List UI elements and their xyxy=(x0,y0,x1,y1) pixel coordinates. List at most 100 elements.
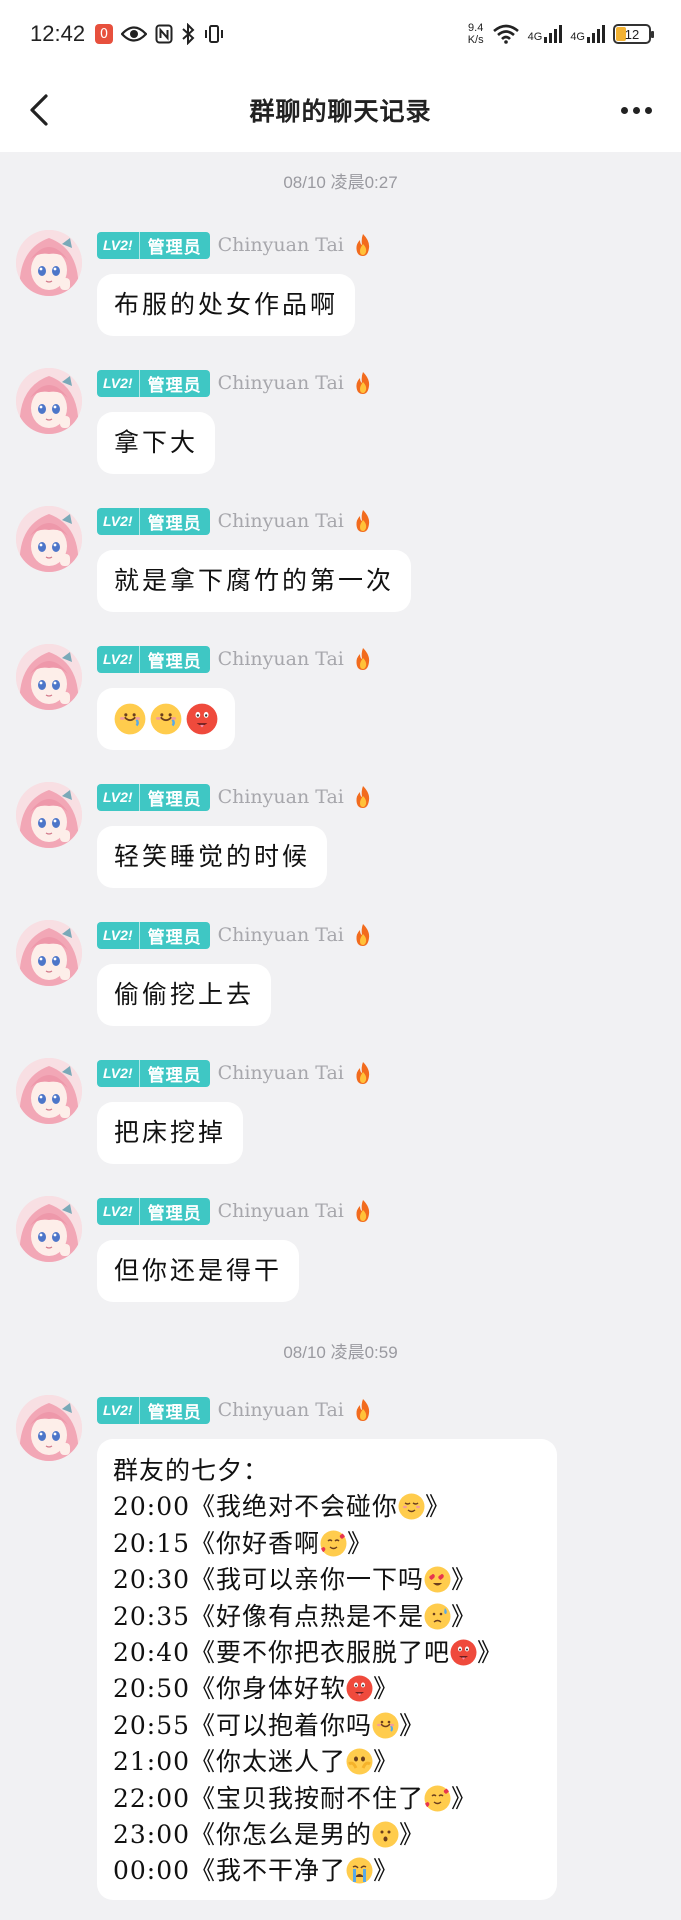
message-text: 轻笑睡觉的时候 xyxy=(114,842,311,871)
more-dot-icon xyxy=(632,106,640,114)
crying-face-emoji xyxy=(346,1857,373,1884)
long-message-line-text: 22:00《宝贝我按耐不住了 xyxy=(113,1783,425,1813)
signal-bars-icon xyxy=(544,25,563,43)
fire-icon xyxy=(352,785,374,809)
avatar[interactable] xyxy=(16,1395,82,1461)
sender-name[interactable]: Chinyuan Tai xyxy=(218,924,344,946)
sender-name[interactable]: Chinyuan Tai xyxy=(218,1399,344,1421)
sender-meta: LV2! 管理员 Chinyuan Tai xyxy=(97,782,374,812)
bluetooth-icon xyxy=(182,23,195,45)
avatar[interactable] xyxy=(16,506,82,572)
cell-signal-2: 4G xyxy=(570,25,605,43)
status-icons-right: 9.4 K/s 4G 4G 12 xyxy=(468,22,654,46)
fire-icon xyxy=(352,1199,374,1223)
level-badge: LV2! 管理员 xyxy=(97,783,210,811)
sender-name[interactable]: Chinyuan Tai xyxy=(218,510,344,532)
drool-face-emoji xyxy=(150,703,182,735)
more-dot-icon xyxy=(620,106,628,114)
close-quote-mark: 》 xyxy=(399,1710,426,1740)
sender-name[interactable]: Chinyuan Tai xyxy=(218,234,344,256)
avatar-image xyxy=(16,1196,82,1262)
message-bubble[interactable]: 布服的处女作品啊 xyxy=(97,274,356,336)
hot-face-emoji xyxy=(450,1639,477,1666)
avatar[interactable] xyxy=(16,1196,82,1262)
avatar[interactable] xyxy=(16,230,82,296)
drool-face-emoji xyxy=(372,1712,399,1739)
long-message-line: 22:00《宝贝我按耐不住了》 xyxy=(113,1781,541,1817)
avatar-image xyxy=(16,782,82,848)
sender-meta: LV2! 管理员 Chinyuan Tai xyxy=(97,230,374,260)
long-message-line: 00:00《我不干净了》 xyxy=(113,1853,541,1889)
long-message-line: 20:40《要不你把衣服脱了吧》 xyxy=(113,1635,541,1671)
avatar[interactable] xyxy=(16,644,82,710)
nav-bar: 群聊的聊天记录 xyxy=(0,68,681,152)
long-message-line: 20:50《你身体好软》 xyxy=(113,1671,541,1707)
long-message-line-text: 00:00《我不干净了 xyxy=(113,1856,347,1886)
long-message-line-text: 20:30《我可以亲你一下吗 xyxy=(113,1565,425,1595)
long-message-line-text: 23:00《你怎么是男的 xyxy=(113,1820,373,1850)
message-bubble[interactable]: 但你还是得干 xyxy=(97,1240,300,1302)
hot-face-emoji xyxy=(186,703,218,735)
level-badge: LV2! 管理员 xyxy=(97,507,210,535)
message-bubble-long[interactable]: 群友的七夕： 20:00《我绝对不会碰你》 20:15《你好香啊》 20:30《我可以… xyxy=(97,1439,557,1900)
nfc-icon xyxy=(155,24,173,44)
avatar-image xyxy=(16,920,82,986)
status-icons-left: 0 xyxy=(95,23,225,45)
level-badge: LV2! 管理员 xyxy=(97,1197,210,1225)
back-button[interactable] xyxy=(22,90,62,130)
vibrate-icon xyxy=(205,25,224,43)
drool-face-emoji xyxy=(114,703,146,735)
heart-eyes-emoji xyxy=(424,1566,451,1593)
long-message-line-text: 20:55《可以抱着你吗 xyxy=(113,1710,373,1740)
fire-icon xyxy=(352,923,374,947)
role-label: 管理员 xyxy=(147,651,202,671)
fire-icon xyxy=(352,509,374,533)
long-message-line: 20:30《我可以亲你一下吗》 xyxy=(113,1562,541,1598)
sender-name[interactable]: Chinyuan Tai xyxy=(218,786,344,808)
message-text: 把床挖掉 xyxy=(114,1118,227,1147)
message-bubble[interactable]: 把床挖掉 xyxy=(97,1102,244,1164)
role-label: 管理员 xyxy=(147,927,202,947)
close-quote-mark: 》 xyxy=(425,1492,452,1522)
role-label: 管理员 xyxy=(147,789,202,809)
cell-signal-1: 4G xyxy=(528,25,563,43)
sender-name[interactable]: Chinyuan Tai xyxy=(218,648,344,670)
net-speed: 9.4 K/s xyxy=(468,22,484,46)
more-options-button[interactable] xyxy=(613,90,659,130)
avatar[interactable] xyxy=(16,920,82,986)
close-quote-mark: 》 xyxy=(347,1528,374,1558)
long-message-line: 群友的七夕： xyxy=(113,1453,541,1489)
role-label: 管理员 xyxy=(147,237,202,257)
sender-name[interactable]: Chinyuan Tai xyxy=(218,372,344,394)
battery-percent: 12 xyxy=(624,26,640,42)
message-text: 偷偷挖上去 xyxy=(114,980,255,1009)
sweat-face-emoji xyxy=(424,1603,451,1630)
avatar-image xyxy=(16,368,82,434)
status-time: 12:42 xyxy=(30,21,86,46)
avatar[interactable] xyxy=(16,368,82,434)
avatar[interactable] xyxy=(16,782,82,848)
sender-meta: LV2! 管理员 Chinyuan Tai xyxy=(97,368,374,398)
time-divider: 08/10 凌晨0:27 xyxy=(283,173,398,192)
level-label: LV2! xyxy=(97,369,140,397)
long-message-line-text: 21:00《你太迷人了 xyxy=(113,1747,347,1777)
chevron-left-icon xyxy=(30,94,48,126)
message-bubble[interactable]: 就是拿下腐竹的第一次 xyxy=(97,550,412,612)
long-message-line-text: 20:00《我绝对不会碰你 xyxy=(113,1492,399,1522)
message-bubble[interactable]: 拿下大 xyxy=(97,412,216,474)
signal-bars-icon xyxy=(587,25,605,43)
avatar-image xyxy=(16,1395,82,1461)
fire-icon xyxy=(352,371,374,395)
message-bubble[interactable] xyxy=(97,688,235,750)
time-divider: 08/10 凌晨0:59 xyxy=(283,1343,398,1362)
avatar[interactable] xyxy=(16,1058,82,1124)
sender-meta: LV2! 管理员 Chinyuan Tai xyxy=(97,920,374,950)
message-bubble[interactable]: 偷偷挖上去 xyxy=(97,964,272,1026)
sender-name[interactable]: Chinyuan Tai xyxy=(218,1062,344,1084)
role-label: 管理员 xyxy=(147,513,202,533)
hot-face-emoji xyxy=(346,1675,373,1702)
long-message-line: 20:55《可以抱着你吗》 xyxy=(113,1708,541,1744)
message-bubble[interactable]: 轻笑睡觉的时候 xyxy=(97,826,328,888)
long-message-line: 20:35《好像有点热是不是》 xyxy=(113,1599,541,1635)
sender-name[interactable]: Chinyuan Tai xyxy=(218,1200,344,1222)
